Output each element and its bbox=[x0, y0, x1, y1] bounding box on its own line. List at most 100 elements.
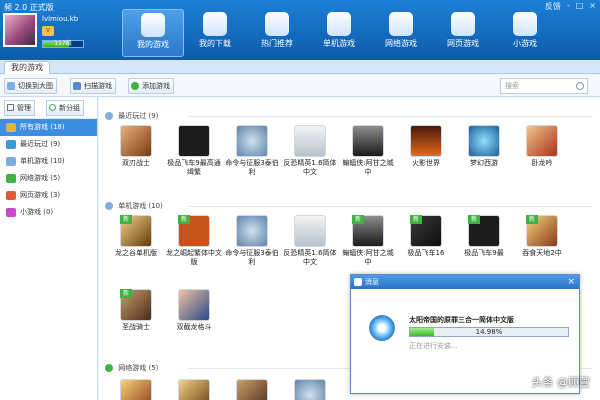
add-game-button[interactable]: 添加游戏 bbox=[128, 78, 174, 94]
sidebar-item-recent[interactable]: 最近玩过 (9) bbox=[0, 136, 97, 153]
game-tile[interactable]: 新龙之崛起繁体中文版 bbox=[165, 215, 223, 267]
game-icon: 新 bbox=[178, 215, 210, 247]
globe-icon bbox=[389, 12, 413, 36]
user-name[interactable]: lvlmiou.kb bbox=[42, 15, 78, 23]
game-tile[interactable] bbox=[165, 379, 223, 400]
plus-icon bbox=[131, 82, 139, 90]
game-tile[interactable]: 新吞食天地2中 bbox=[513, 215, 571, 258]
vip-badge[interactable]: V bbox=[42, 26, 54, 36]
sidebar-item-all[interactable]: 所有游戏 (18) bbox=[0, 119, 97, 136]
section-single[interactable]: 单机游戏 (10) bbox=[105, 201, 163, 211]
game-icon bbox=[352, 125, 384, 157]
nav-label: 单机游戏 bbox=[323, 39, 355, 48]
game-tile[interactable]: 卧龙吟 bbox=[513, 125, 571, 168]
game-icon bbox=[294, 215, 326, 247]
new-badge: 新 bbox=[120, 215, 132, 224]
manage-label: 管理 bbox=[17, 104, 31, 112]
section-label: 最近玩过 (9) bbox=[118, 112, 159, 120]
game-tile[interactable]: 新极品飞车16 bbox=[397, 215, 455, 258]
game-tile[interactable]: 新龙之谷单机版 bbox=[107, 215, 165, 258]
popup-title-bar: 消息 × bbox=[351, 275, 579, 289]
game-tile[interactable]: 新圣战骑士 bbox=[107, 289, 165, 332]
nav-web[interactable]: 网页游戏 bbox=[432, 9, 494, 57]
game-icon bbox=[294, 125, 326, 157]
game-tile[interactable]: 反恐精英1.6简体中文 bbox=[281, 125, 339, 177]
controller-icon bbox=[327, 12, 351, 36]
switch-view-button[interactable]: 切换到大图 bbox=[4, 78, 57, 94]
sidebar-item-label: 单机游戏 (10) bbox=[20, 157, 65, 165]
game-name: 龙之崛起繁体中文版 bbox=[166, 249, 222, 266]
game-tile[interactable]: 双截龙格斗 bbox=[165, 289, 223, 332]
new-badge: 新 bbox=[468, 215, 480, 224]
game-tile[interactable]: 命令与征服3泰伯利 bbox=[223, 125, 281, 177]
search-input[interactable]: 搜索 bbox=[500, 78, 588, 94]
globe-icon bbox=[105, 364, 113, 372]
game-tile[interactable]: 蝙蝠侠:阿甘之城中 bbox=[339, 125, 397, 177]
game-tile[interactable]: 火影世界 bbox=[397, 125, 455, 168]
game-name: 极品飞车16 bbox=[407, 249, 445, 257]
sidebar-item-label: 小游戏 (0) bbox=[20, 208, 54, 216]
new-badge: 新 bbox=[178, 215, 190, 224]
scan-label: 扫描游戏 bbox=[84, 82, 112, 90]
section-label: 网络游戏 (5) bbox=[118, 364, 159, 372]
game-tile[interactable]: 反恐精英1.6简体中文 bbox=[281, 215, 339, 267]
game-tile[interactable]: 新极品飞车9最 bbox=[455, 215, 513, 258]
sidebar-item-label: 网页游戏 (3) bbox=[20, 191, 61, 199]
joystick-icon bbox=[6, 208, 16, 217]
nav-hot[interactable]: 热门推荐 bbox=[246, 9, 308, 57]
scan-button[interactable]: 扫描游戏 bbox=[70, 78, 116, 94]
hot-icon bbox=[265, 12, 289, 36]
sidebar-item-web[interactable]: 网页游戏 (3) bbox=[0, 187, 97, 204]
folder-icon bbox=[6, 123, 16, 132]
game-tile[interactable] bbox=[223, 379, 281, 400]
nav-mini[interactable]: 小游戏 bbox=[494, 9, 556, 57]
disc-icon bbox=[369, 315, 395, 341]
game-name: 反恐精英1.6简体中文 bbox=[283, 249, 337, 266]
gamepad-user-icon bbox=[141, 13, 165, 37]
globe-icon bbox=[6, 174, 16, 183]
game-tile[interactable]: 双刃战士 bbox=[107, 125, 165, 168]
game-tile[interactable] bbox=[107, 379, 165, 400]
game-tile[interactable]: 极品飞车9最高通缉繁 bbox=[165, 125, 223, 177]
section-online[interactable]: 网络游戏 (5) bbox=[105, 363, 158, 373]
popup-close-button[interactable]: × bbox=[567, 275, 575, 289]
nav-online[interactable]: 网络游戏 bbox=[370, 9, 432, 57]
game-name: 圣战骑士 bbox=[122, 323, 150, 331]
game-name: 双截龙格斗 bbox=[176, 323, 212, 331]
game-icon bbox=[236, 215, 268, 247]
tab-my-games[interactable]: 我的游戏 bbox=[4, 61, 50, 74]
divider bbox=[189, 116, 592, 117]
game-tile[interactable]: 新蝙蝠侠:阿甘之城中 bbox=[339, 215, 397, 267]
game-icon bbox=[178, 289, 210, 321]
nav-label: 热门推荐 bbox=[261, 39, 293, 48]
popup-title: 消息 bbox=[365, 278, 379, 286]
manage-button[interactable]: 管理 bbox=[4, 100, 35, 116]
game-icon bbox=[468, 125, 500, 157]
app-title: 频 2.0 正式版 bbox=[4, 3, 54, 12]
game-tile[interactable]: 梦幻西游 bbox=[455, 125, 513, 168]
sidebar: 管理 新分组 所有游戏 (18) 最近玩过 (9) 单机游戏 (10) 网络游戏… bbox=[0, 97, 98, 400]
game-icon: 新 bbox=[526, 215, 558, 247]
game-name: 龙之谷单机版 bbox=[115, 249, 157, 257]
nav-my-games[interactable]: 我的游戏 bbox=[122, 9, 184, 57]
game-tile[interactable] bbox=[281, 379, 339, 400]
minimize-button[interactable]: - bbox=[567, 1, 570, 12]
game-name: 吞食天地2中 bbox=[522, 249, 562, 257]
avatar[interactable] bbox=[3, 13, 37, 47]
section-recent[interactable]: 最近玩过 (9) bbox=[105, 111, 158, 121]
sidebar-item-mini[interactable]: 小游戏 (0) bbox=[0, 204, 97, 221]
new-group-button[interactable]: 新分组 bbox=[46, 100, 84, 116]
sidebar-item-single[interactable]: 单机游戏 (10) bbox=[0, 153, 97, 170]
game-name: 卧龙吟 bbox=[531, 159, 553, 167]
game-name: 双刃战士 bbox=[122, 159, 150, 167]
nav-label: 我的下载 bbox=[199, 39, 231, 48]
search-icon[interactable] bbox=[576, 82, 584, 90]
switch-view-label: 切换到大图 bbox=[18, 82, 53, 90]
nav-my-downloads[interactable]: 我的下载 bbox=[184, 9, 246, 57]
watermark: 头条 @顾萱 bbox=[531, 376, 591, 389]
maximize-button[interactable]: □ bbox=[576, 1, 584, 12]
game-tile[interactable]: 命令与征服3泰伯利 bbox=[223, 215, 281, 267]
sidebar-item-online[interactable]: 网络游戏 (5) bbox=[0, 170, 97, 187]
nav-single[interactable]: 单机游戏 bbox=[308, 9, 370, 57]
close-button[interactable]: × bbox=[589, 1, 596, 12]
